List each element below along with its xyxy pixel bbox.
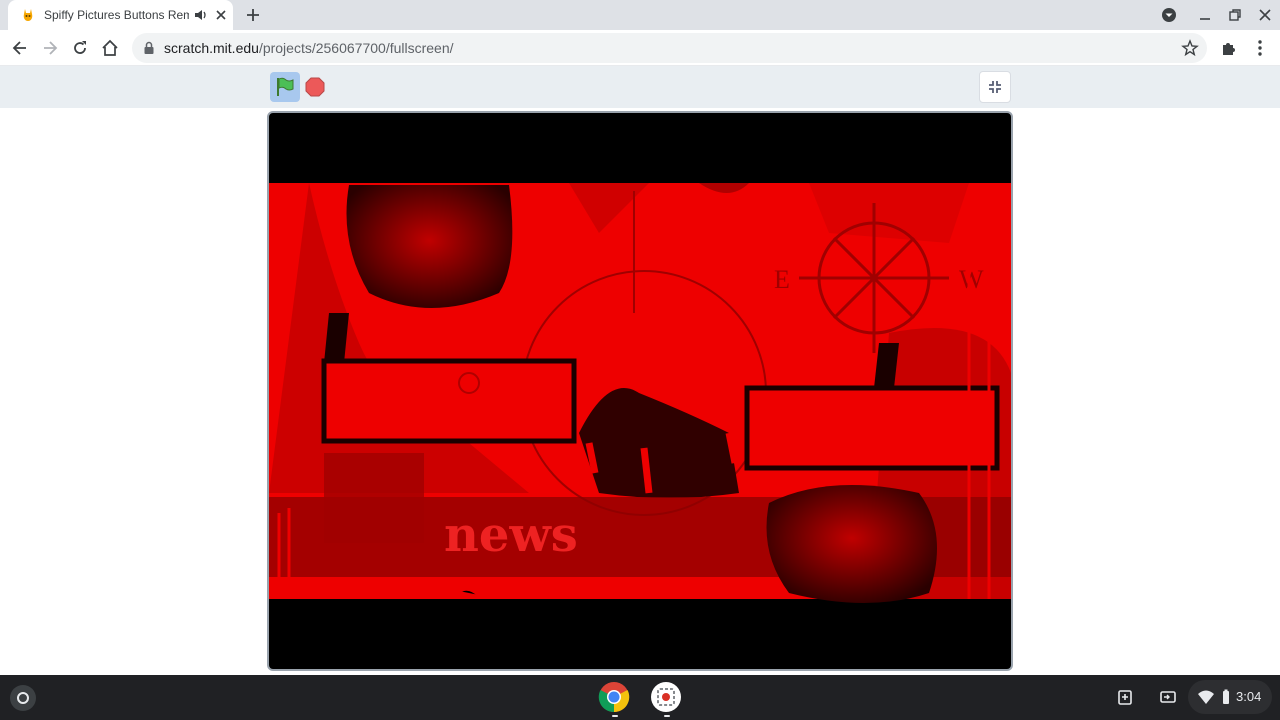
speaker-icon[interactable] [193, 7, 209, 23]
stop-button[interactable] [303, 75, 327, 99]
compass-e: E [774, 265, 790, 294]
minimize-icon[interactable] [1196, 6, 1214, 24]
browser-toolbar: scratch.mit.edu/projects/256067700/fulls… [0, 30, 1280, 66]
launcher-button[interactable] [10, 685, 36, 711]
url-host: scratch.mit.edu [164, 40, 259, 56]
home-icon[interactable] [100, 38, 120, 58]
clipboard-icon[interactable] [1115, 687, 1135, 707]
compass-w: W [959, 265, 984, 294]
capture-running-indicator [664, 715, 670, 717]
tab-title: Spiffy Pictures Buttons Rem [44, 8, 189, 22]
screen-capture-icon[interactable] [650, 681, 682, 713]
reload-icon[interactable] [70, 38, 90, 58]
chrome-icon[interactable] [598, 681, 630, 713]
wifi-icon [1198, 690, 1214, 704]
player-controls [0, 66, 1280, 108]
url-path: /projects/256067700/fullscreen/ [258, 40, 454, 56]
plus-icon[interactable] [244, 6, 262, 24]
stage-scene: E W news [269, 183, 1011, 603]
battery-icon [1223, 689, 1229, 704]
scratch-cat-icon [23, 9, 33, 21]
green-flag-icon [277, 77, 294, 96]
clock: 3:04 [1236, 689, 1262, 704]
cast-icon[interactable] [1158, 687, 1178, 707]
menu-icon[interactable] [1250, 38, 1270, 58]
star-icon[interactable] [1181, 39, 1199, 57]
extensions-icon[interactable] [1219, 38, 1239, 58]
exit-fullscreen-button[interactable] [979, 71, 1011, 103]
exit-fullscreen-icon [989, 81, 1001, 93]
stop-icon [305, 77, 325, 97]
address-bar[interactable]: scratch.mit.edu/projects/256067700/fulls… [132, 33, 1207, 63]
chrome-running-indicator [612, 715, 618, 717]
launcher-icon [17, 692, 29, 704]
url-text: scratch.mit.edu/projects/256067700/fulls… [164, 40, 454, 56]
project-stage[interactable]: E W news [267, 111, 1013, 671]
os-shelf: 3:04 [0, 675, 1280, 720]
browser-tab[interactable]: Spiffy Pictures Buttons Rem [8, 0, 233, 30]
green-flag-button[interactable] [270, 72, 300, 102]
close-icon[interactable] [1256, 6, 1274, 24]
tab-strip: Spiffy Pictures Buttons Rem [0, 0, 1280, 30]
close-icon[interactable] [213, 7, 229, 23]
profile-menu-icon[interactable] [1160, 6, 1178, 24]
forward-icon[interactable] [40, 38, 60, 58]
back-icon[interactable] [10, 38, 30, 58]
headline-news: news [444, 507, 578, 563]
restore-icon[interactable] [1226, 6, 1244, 24]
lock-icon [144, 41, 154, 54]
